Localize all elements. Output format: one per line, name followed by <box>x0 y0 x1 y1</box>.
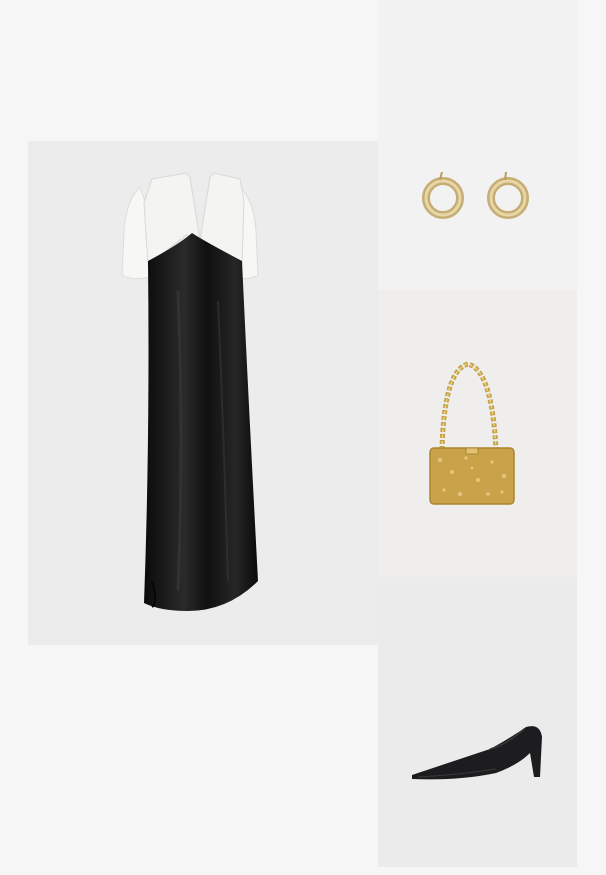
handbag-image <box>429 361 515 505</box>
earrings-tile[interactable] <box>378 0 577 290</box>
pumps-tile[interactable] <box>378 577 577 867</box>
pumps-image <box>412 726 542 780</box>
dress-image <box>121 172 259 611</box>
outfit-board: { "items": [ {"id": "dress", "icon": "dr… <box>0 0 606 875</box>
handbag-tile[interactable] <box>378 290 577 577</box>
earrings-image <box>422 171 529 219</box>
dress-tile[interactable] <box>28 141 378 645</box>
